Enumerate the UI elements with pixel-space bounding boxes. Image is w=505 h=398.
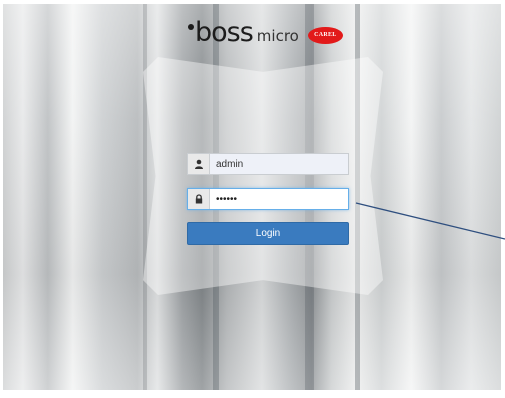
carel-logo: CAREL	[307, 26, 343, 44]
user-icon	[188, 154, 210, 174]
login-button[interactable]: Login	[187, 222, 349, 245]
login-panel	[143, 56, 383, 296]
background-pipe-left	[143, 4, 147, 390]
password-input[interactable]	[210, 189, 348, 209]
logo-brand: boss	[195, 17, 254, 48]
logo-dot	[188, 24, 194, 30]
logo-sub: micro	[256, 27, 299, 45]
boss-micro-logo: boss micro CAREL	[188, 17, 343, 48]
password-field[interactable]	[187, 188, 349, 210]
lock-icon	[188, 189, 210, 209]
username-input[interactable]	[210, 154, 348, 174]
username-field[interactable]	[187, 153, 349, 175]
